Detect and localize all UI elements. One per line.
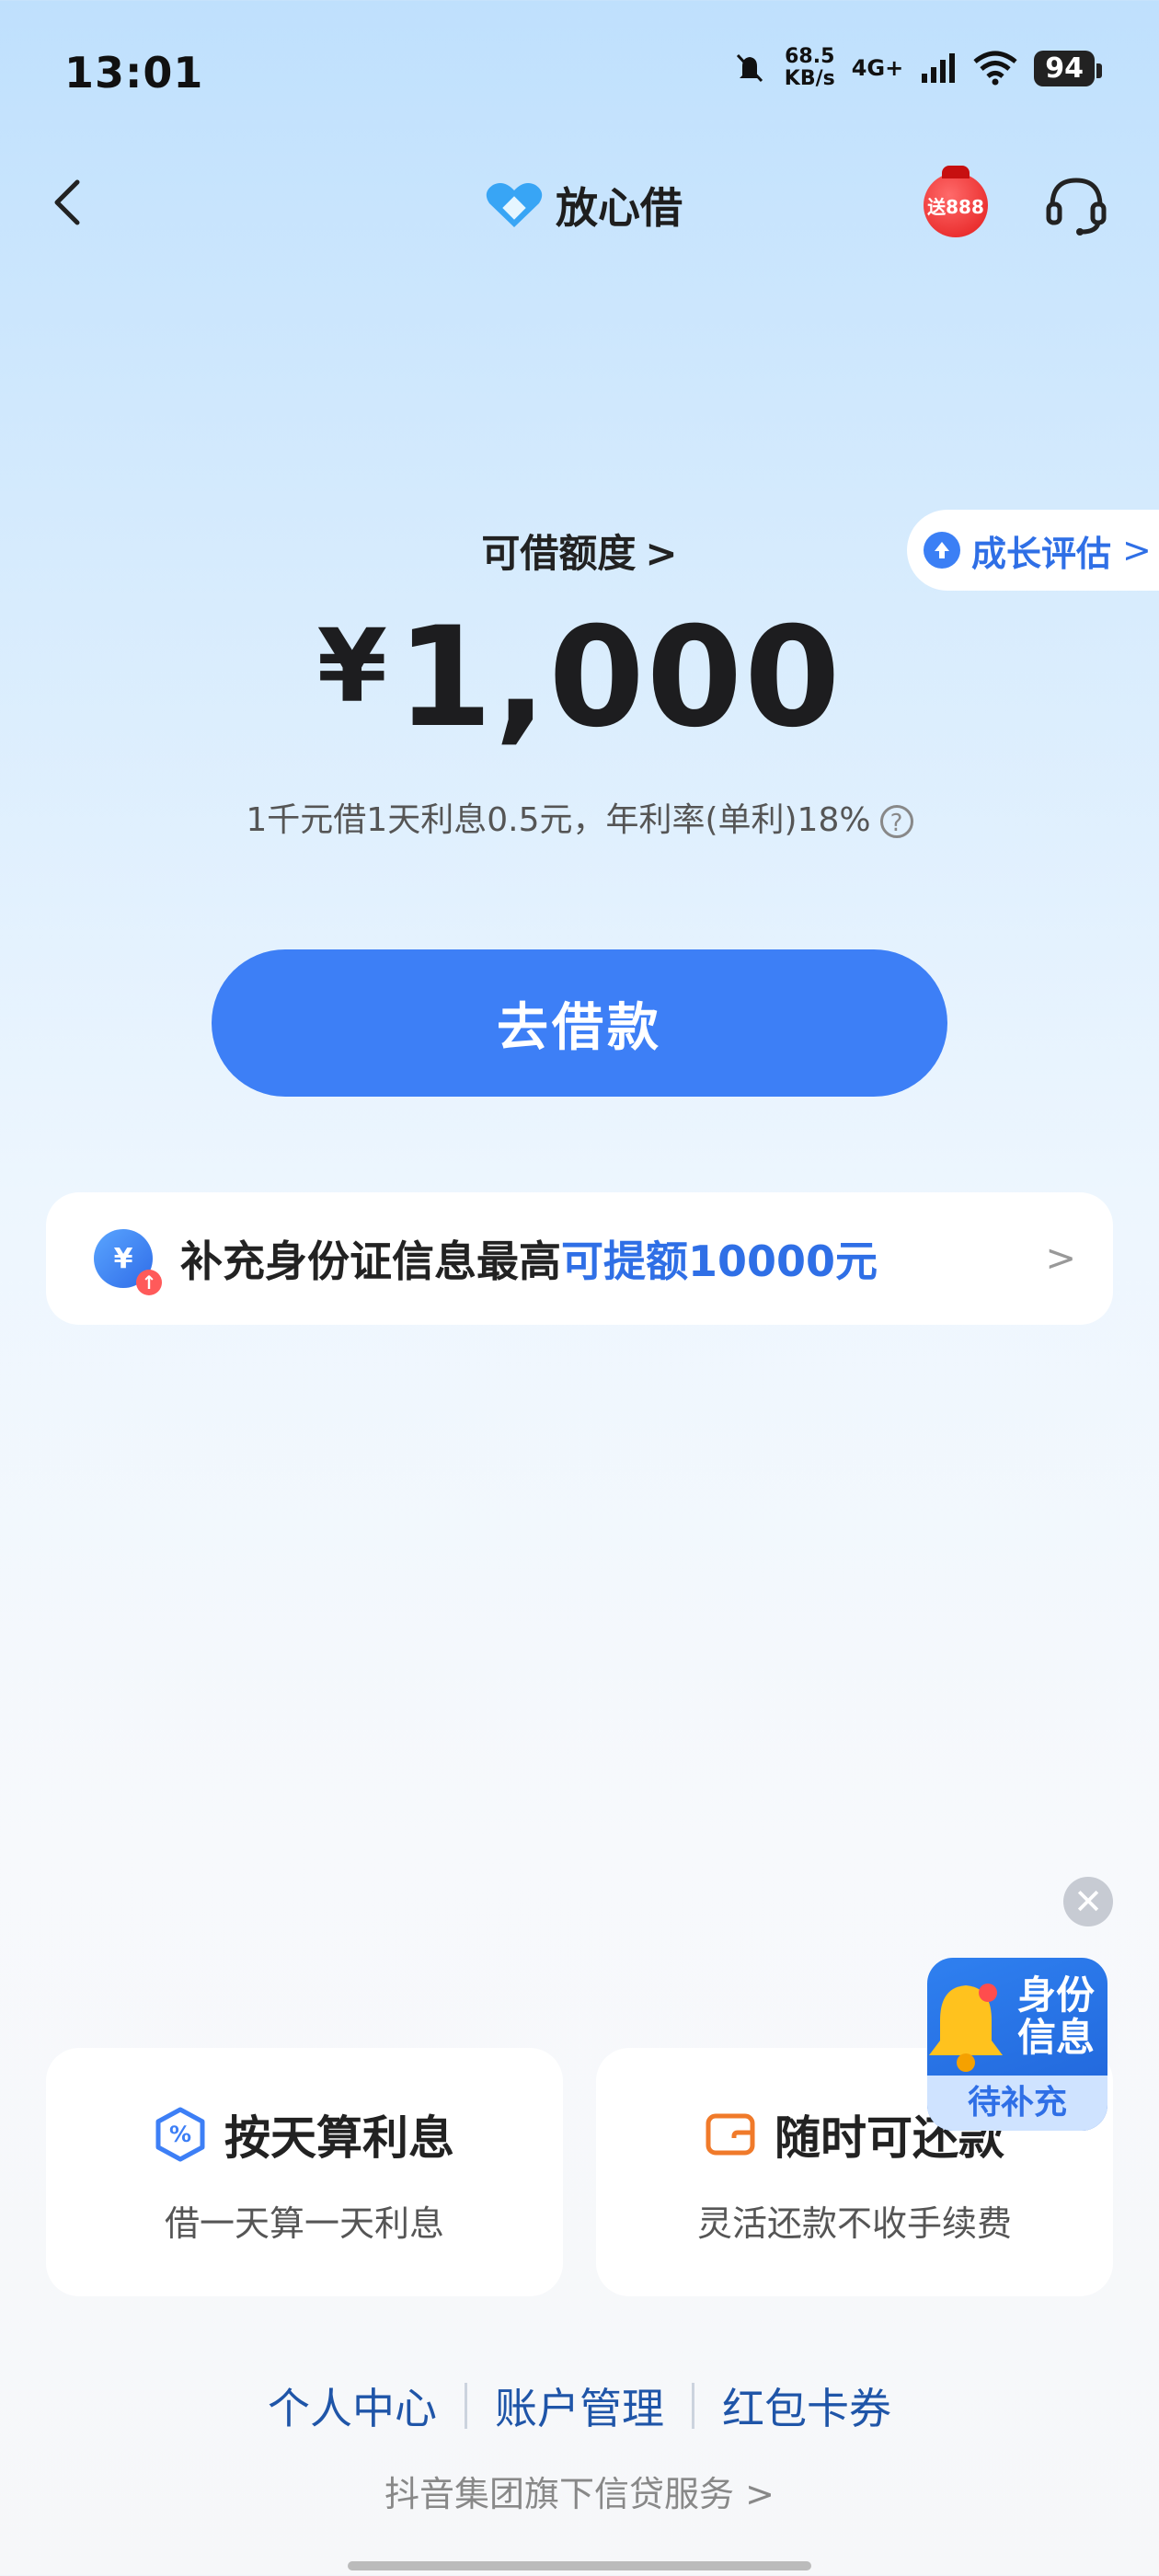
- yen-coin-icon: ¥: [94, 1229, 162, 1295]
- credit-amount: ¥1,000: [0, 598, 1159, 758]
- help-icon[interactable]: ?: [879, 805, 913, 838]
- currency-symbol: ¥: [316, 607, 390, 725]
- battery-level: 94: [1034, 50, 1102, 86]
- credit-limit-title[interactable]: 可借额度 >: [0, 523, 1159, 579]
- footer-links: 个人中心 账户管理 红包卡券: [0, 2375, 1159, 2436]
- credit-limit-label: 可借额度: [481, 531, 637, 576]
- borrow-button[interactable]: 去借款: [212, 949, 947, 1097]
- gift-label: 送888: [927, 195, 984, 218]
- float-status: 待补充: [927, 2076, 1107, 2131]
- banner-text: 补充身份证信息最高可提额10000元: [180, 1236, 878, 1286]
- chevron-left-icon: [54, 179, 80, 225]
- brand-name: 放心借: [556, 183, 683, 233]
- account-management-link[interactable]: 账户管理: [467, 2375, 692, 2436]
- identity-info-float-card[interactable]: 身份 信息 待补充: [927, 1958, 1107, 2131]
- feature-card-daily-interest: % 按天算利息 借一天算一天利息: [46, 2048, 563, 2296]
- chevron-right-icon: >: [1045, 1237, 1076, 1280]
- network-type: 4G+: [851, 55, 904, 81]
- customer-service-button[interactable]: [1041, 169, 1111, 239]
- rate-text: 1千元借1天利息0.5元，年利率(单利)18%: [246, 801, 871, 839]
- feature-title: 按天算利息: [224, 2111, 454, 2165]
- feature-subtitle: 灵活还款不收手续费: [696, 2203, 1012, 2244]
- personal-center-link[interactable]: 个人中心: [240, 2375, 465, 2436]
- id-supplement-banner[interactable]: ¥ 补充身份证信息最高可提额10000元 >: [46, 1192, 1113, 1325]
- coupons-link[interactable]: 红包卡券: [694, 2375, 919, 2436]
- heart-logo-icon: [486, 183, 543, 227]
- network-speed: 68.5 KB/s: [784, 45, 835, 90]
- wifi-icon: [973, 51, 1017, 86]
- brand-logo: 放心借: [484, 175, 683, 236]
- close-float-button[interactable]: ✕: [1063, 1877, 1113, 1926]
- wallet-icon: [706, 2113, 755, 2156]
- status-icons: 68.5 KB/s 4G+ 94: [731, 45, 1102, 90]
- headset-icon: [1046, 178, 1107, 236]
- bell-icon: [929, 1984, 1003, 2072]
- chevron-right-icon: >: [745, 2474, 775, 2514]
- svg-text:%: %: [169, 2122, 191, 2147]
- status-time: 13:01: [64, 48, 204, 98]
- back-button[interactable]: [44, 166, 99, 239]
- red-packet-gift-button[interactable]: 送888: [924, 166, 988, 237]
- home-indicator[interactable]: [348, 2561, 811, 2570]
- interest-rate-info: 1千元借1天利息0.5元，年利率(单利)18%?: [0, 793, 1159, 841]
- service-provider-note[interactable]: 抖音集团旗下信贷服务 >: [0, 2466, 1159, 2516]
- mute-bell-icon: [736, 53, 763, 83]
- chevron-right-icon: >: [645, 531, 678, 576]
- float-title: 身份 信息: [1016, 1972, 1095, 2060]
- amount-value: 1,000: [396, 598, 843, 758]
- percent-badge-icon: %: [155, 2107, 205, 2162]
- banner-highlight: 可提额10000元: [561, 1236, 878, 1286]
- signal-icon: [922, 53, 956, 83]
- feature-subtitle: 借一天算一天利息: [164, 2203, 444, 2244]
